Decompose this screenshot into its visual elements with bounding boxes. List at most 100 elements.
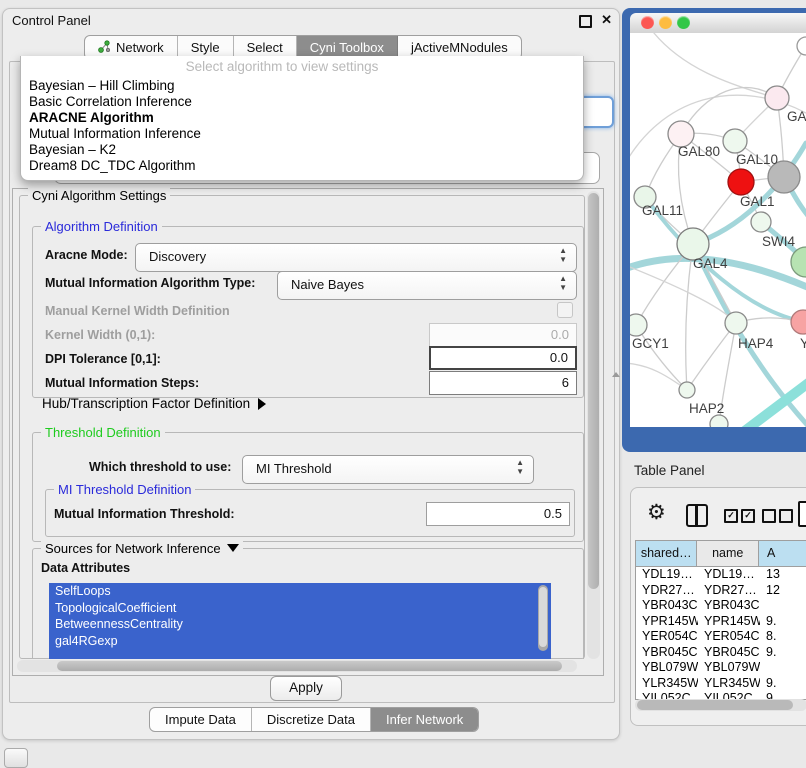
- table-cell[interactable]: 13: [760, 567, 806, 583]
- attribute-item-selected[interactable]: BetweennessCentrality: [49, 616, 551, 633]
- sources-group-title[interactable]: Sources for Network Inference: [41, 541, 243, 556]
- algorithm-option[interactable]: Bayesian – Hill Climbing: [21, 78, 583, 94]
- settings-horizontal-scrollbar[interactable]: [17, 660, 577, 672]
- aracne-mode-combo[interactable]: Discovery ▲▼: [135, 243, 577, 272]
- table-cell[interactable]: 12: [760, 583, 806, 599]
- column-header-partial[interactable]: A: [759, 541, 806, 566]
- table-cell[interactable]: 9.: [760, 614, 806, 630]
- settings-vertical-scrollbar-thumb[interactable]: [588, 193, 599, 589]
- mi-threshold-input[interactable]: 0.5: [426, 502, 570, 526]
- node-gal-partial[interactable]: [765, 86, 789, 110]
- network-edge[interactable]: [686, 244, 693, 390]
- attributes-scrollbar-thumb[interactable]: [539, 587, 547, 647]
- table-cell[interactable]: 8.: [760, 629, 806, 645]
- table-cell[interactable]: [760, 660, 806, 676]
- table-cell[interactable]: YLR345W: [698, 676, 760, 692]
- node-bottom-partial[interactable]: [710, 415, 728, 427]
- apply-button[interactable]: Apply: [270, 676, 342, 701]
- table-cell[interactable]: YER054C: [698, 629, 760, 645]
- network-edge[interactable]: [636, 325, 687, 390]
- node-HAP2[interactable]: [679, 382, 695, 398]
- table-row[interactable]: YLR345WYLR345W9.: [636, 676, 806, 692]
- table-cell[interactable]: YBL079W: [636, 660, 698, 676]
- node-top-right-partial[interactable]: [797, 37, 806, 55]
- table-cell[interactable]: YBR045C: [698, 645, 760, 661]
- algorithm-option[interactable]: Basic Correlation Inference: [21, 94, 583, 110]
- table-row[interactable]: YDR27…YDR27…12: [636, 583, 806, 599]
- table-cell[interactable]: YPR145W: [698, 614, 760, 630]
- algorithm-option[interactable]: Dream8 DC_TDC Algorithm: [21, 158, 583, 174]
- attributes-scrollbar[interactable]: [538, 585, 548, 651]
- checked-checkbox-icon[interactable]: ✓: [724, 509, 738, 523]
- table-row[interactable]: YBL079WYBL079W: [636, 660, 806, 676]
- split-columns-icon[interactable]: [686, 504, 708, 527]
- splitpane-handle-icon[interactable]: [612, 372, 620, 377]
- tab-impute-data[interactable]: Impute Data: [150, 708, 252, 731]
- minimize-traffic-light-icon[interactable]: [659, 16, 672, 29]
- table-row[interactable]: YPR145WYPR145W9.: [636, 614, 806, 630]
- close-traffic-light-icon[interactable]: [641, 16, 654, 29]
- network-edge[interactable]: [630, 363, 687, 390]
- network-edge[interactable]: [687, 323, 736, 390]
- node-GCY1[interactable]: [630, 314, 647, 336]
- unchecked-checkbox-icon[interactable]: [762, 509, 776, 523]
- network-window-titlebar[interactable]: [630, 13, 806, 34]
- tab-discretize-data[interactable]: Discretize Data: [252, 708, 371, 731]
- table-cell[interactable]: YDR27…: [698, 583, 760, 599]
- table-row[interactable]: YBR045CYBR045C9.: [636, 645, 806, 661]
- collapsed-panel-button[interactable]: [4, 748, 28, 768]
- mi-steps-input[interactable]: 6: [429, 371, 577, 395]
- table-cell[interactable]: YBR045C: [636, 645, 698, 661]
- table-horizontal-scrollbar-thumb[interactable]: [637, 700, 793, 710]
- node-GAL1[interactable]: [728, 169, 754, 195]
- node-GAL10[interactable]: [723, 129, 747, 153]
- float-icon[interactable]: [579, 15, 592, 28]
- table-cell[interactable]: YER054C: [636, 629, 698, 645]
- node-Y-partial[interactable]: [791, 310, 806, 334]
- attribute-item-selected[interactable]: gal4RGexp: [49, 633, 551, 650]
- table-row[interactable]: YDL19…YDL19…13: [636, 567, 806, 583]
- tab-infer-network[interactable]: Infer Network: [371, 708, 478, 731]
- table-row[interactable]: YER054CYER054C8.: [636, 629, 806, 645]
- table-cell[interactable]: YDL19…: [636, 567, 698, 583]
- which-threshold-combo[interactable]: MI Threshold ▲▼: [242, 455, 534, 484]
- zoom-traffic-light-icon[interactable]: [677, 16, 690, 29]
- table-horizontal-scrollbar[interactable]: [635, 699, 806, 711]
- data-attributes-list[interactable]: SelfLoopsTopologicalCoefficientBetweenne…: [49, 583, 551, 659]
- column-header-name[interactable]: name: [697, 541, 758, 566]
- settings-vertical-scrollbar[interactable]: [587, 191, 600, 659]
- algorithm-option[interactable]: Bayesian – K2: [21, 142, 583, 158]
- close-icon[interactable]: ✕: [601, 12, 612, 28]
- settings-horizontal-scrollbar-thumb[interactable]: [57, 661, 562, 671]
- network-canvas[interactable]: GALGAL80GAL10GAL1GAL11SWI4GAL4GCY1HAP4YH…: [630, 33, 806, 427]
- kernel-width-input[interactable]: 0.0: [429, 323, 577, 347]
- algorithm-option[interactable]: ARACNE Algorithm: [21, 110, 583, 126]
- table-cell[interactable]: YPR145W: [636, 614, 698, 630]
- table-cell[interactable]: YBR043C: [636, 598, 698, 614]
- attribute-item-selected[interactable]: TopologicalCoefficient: [49, 600, 551, 617]
- node-table[interactable]: shared… name A YDL19…YDL19…13YDR27…YDR27…: [635, 540, 806, 700]
- mi-type-combo[interactable]: Naive Bayes ▲▼: [277, 271, 577, 300]
- table-cell[interactable]: YBR043C: [698, 598, 760, 614]
- unchecked-checkbox-icon[interactable]: [779, 509, 793, 523]
- network-view-window: GALGAL80GAL10GAL1GAL11SWI4GAL4GCY1HAP4YH…: [622, 8, 806, 452]
- document-icon[interactable]: [798, 501, 806, 527]
- table-cell[interactable]: [760, 598, 806, 614]
- hub-definition-toggle[interactable]: Hub/Transcription Factor Definition: [42, 396, 266, 411]
- table-cell[interactable]: YLR345W: [636, 676, 698, 692]
- dpi-tolerance-input[interactable]: 0.0: [429, 346, 577, 370]
- node-HAP4[interactable]: [725, 312, 747, 334]
- table-cell[interactable]: YBL079W: [698, 660, 760, 676]
- table-cell[interactable]: YDL19…: [698, 567, 760, 583]
- table-row[interactable]: YBR043CYBR043C: [636, 598, 806, 614]
- column-header-shared[interactable]: shared…: [636, 541, 697, 566]
- attribute-item-selected[interactable]: SelfLoops: [49, 583, 551, 600]
- gear-icon[interactable]: ⚙: [647, 500, 666, 525]
- manual-kernel-checkbox[interactable]: [557, 302, 573, 318]
- algorithm-option[interactable]: Mutual Information Inference: [21, 126, 583, 142]
- node-SWI4[interactable]: [751, 212, 771, 232]
- checked-checkbox-icon[interactable]: ✓: [741, 509, 755, 523]
- table-cell[interactable]: 9.: [760, 676, 806, 692]
- table-cell[interactable]: YDR27…: [636, 583, 698, 599]
- table-cell[interactable]: 9.: [760, 645, 806, 661]
